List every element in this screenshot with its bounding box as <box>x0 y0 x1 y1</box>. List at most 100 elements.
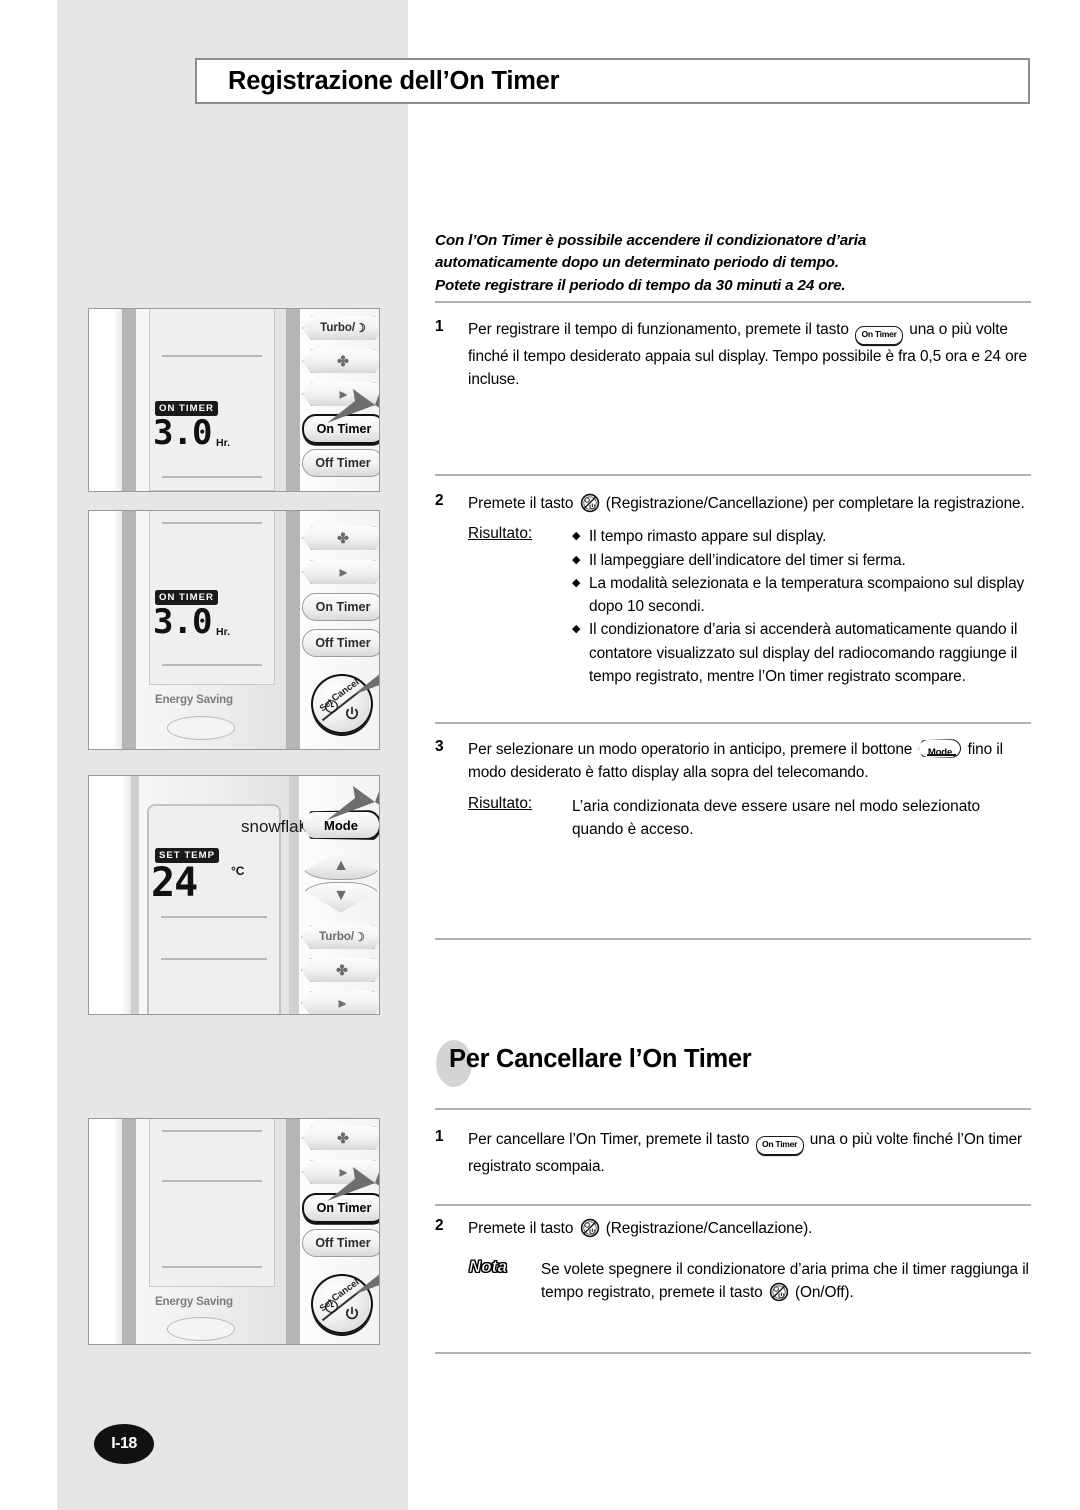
divider <box>435 1108 1031 1110</box>
energy-saving-label: Energy Saving <box>155 1295 233 1308</box>
step-text: Per registrare il tempo di funzionamento… <box>468 318 1035 392</box>
result-bullets: ◆ Il tempo rimasto appare sul display. ◆ I… <box>572 525 1035 688</box>
diamond-bullet-icon: ◆ <box>572 623 581 636</box>
swing-icon: ⫸ <box>338 995 346 1010</box>
lcd-display <box>149 1119 275 1287</box>
remote-control-illustration: ON TIMER 3.0 Hr. Turbo/☽ ✤ ⫸ On Timer Of… <box>89 309 379 491</box>
step-1-section2: 1 Per cancellare l’On Timer, premete il … <box>435 1128 1035 1178</box>
step-text: Per selezionare un modo operatorio in an… <box>468 738 1035 785</box>
step-2-section2: 2 Premete il tasto (Registrazione/Cancel… <box>435 1217 1035 1240</box>
pointer-arrow <box>351 659 379 711</box>
diamond-bullet-icon: ◆ <box>572 530 581 543</box>
bullet-item: ◆ Il lampeggiare dell’indicatore del time… <box>572 549 1035 572</box>
remote-oval-slot <box>167 716 235 740</box>
fan-speed-button[interactable]: ✤ <box>302 349 379 373</box>
fan-icon: ✤ <box>337 529 349 546</box>
bullet-item: ◆ La modalità selezionata e la temperatur… <box>572 572 1035 619</box>
divider <box>435 1352 1031 1354</box>
step-text-b: (Registrazione/Cancellazione). <box>605 1220 813 1237</box>
result-label: Risultato: <box>468 794 533 812</box>
result-row: Risultato: ◆ Il tempo rimasto appare sul … <box>468 525 1035 688</box>
step-text: Premete il tasto (Registrazione/Cancella… <box>468 492 1035 515</box>
step-number: 1 <box>435 1128 444 1145</box>
chevron-down-icon: ▼ <box>333 887 349 904</box>
chevron-up-icon: ▲ <box>333 857 349 874</box>
turbo-button[interactable]: Turbo/☽ <box>301 925 379 949</box>
step-text-a: Per registrare il tempo di funzionamento… <box>468 321 849 338</box>
step-text-a: Premete il tasto <box>468 1220 574 1237</box>
clock-icon <box>325 1300 338 1313</box>
step-number: 1 <box>435 318 444 335</box>
diamond-bullet-icon: ◆ <box>572 553 581 566</box>
fan-speed-button[interactable]: ✤ <box>302 526 379 550</box>
manual-page: Registrazione dell’On Timer Con l’On Tim… <box>0 0 1080 1510</box>
section-2-heading: Per Cancellare l’On Timer <box>436 1038 1036 1090</box>
illustration-panel-3: snowflake-icon SET TEMP 24 °C Mode ▲ ▼ T… <box>88 775 380 1015</box>
lcd-timer-value: 3.0 <box>153 602 212 642</box>
fan-icon: ✤ <box>337 352 349 369</box>
off-timer-button[interactable]: Off Timer <box>302 449 379 477</box>
intro-line-2: automaticamente dopo un determinato peri… <box>435 254 839 272</box>
result-row: Risultato: L’aria condizionata deve esse… <box>468 795 1035 842</box>
step-3-section1: 3 Per selezionare un modo operatorio in … <box>435 738 1035 841</box>
lcd-timer-unit: Hr. <box>216 626 231 638</box>
step-1-section1: 1 Per registrare il tempo di funzionamen… <box>435 318 1035 392</box>
page-number: I-18 <box>94 1424 154 1464</box>
note-text: Se volete spegnere il condizionatore d’a… <box>541 1258 1035 1305</box>
illustration-panel-1: ON TIMER 3.0 Hr. Turbo/☽ ✤ ⫸ On Timer Of… <box>88 308 380 492</box>
diamond-bullet-icon: ◆ <box>572 576 581 589</box>
fan-icon: ✤ <box>337 1129 349 1146</box>
set-cancel-button-icon[interactable] <box>580 493 600 513</box>
pointer-arrow <box>325 387 379 439</box>
pointer-arrow <box>325 784 379 836</box>
result-text: L’aria condizionata deve essere usare ne… <box>572 797 981 838</box>
bullet-item: ◆ Il condizionatore d’aria si accenderà a… <box>572 618 1035 688</box>
set-cancel-button-icon[interactable] <box>580 1218 600 1238</box>
note-text-b: (On/Off). <box>794 1284 854 1302</box>
mode-button-shadow <box>927 754 957 756</box>
page-title: Registrazione dell’On Timer <box>228 66 560 95</box>
remote-control-illustration: Energy Saving ✤ ⫸ On Timer Off Timer Set <box>89 1119 379 1344</box>
mode-button-icon[interactable]: Mode <box>918 739 962 758</box>
divider <box>435 1204 1031 1206</box>
fan-speed-button[interactable]: ✤ <box>302 1126 379 1150</box>
turbo-button[interactable]: Turbo/☽ <box>302 316 379 340</box>
set-cancel-button-icon[interactable] <box>769 1282 789 1302</box>
pointer-arrow <box>351 1259 379 1311</box>
remote-control-illustration: snowflake-icon SET TEMP 24 °C Mode ▲ ▼ T… <box>89 776 379 1014</box>
step-text: Per cancellare l’On Timer, premete il ta… <box>468 1128 1035 1178</box>
divider <box>435 722 1031 724</box>
bullet-item: ◆ Il tempo rimasto appare sul display. <box>572 525 1035 548</box>
clock-icon <box>325 700 338 713</box>
step-text: Premete il tasto (Registrazione/Cancella… <box>468 1217 1035 1240</box>
lcd-timer-unit: Hr. <box>216 437 231 449</box>
intro-line-3: Potete registrare il periodo di tempo da… <box>435 276 846 294</box>
intro-text: Con l’On Timer è possibile accendere il … <box>435 230 1035 297</box>
lcd-temp-value: 24 <box>151 860 198 906</box>
divider <box>435 474 1031 476</box>
remote-control-illustration: ON TIMER 3.0 Hr. Energy Saving ✤ ⫸ On Ti… <box>89 511 379 749</box>
swing-button[interactable]: ⫸ <box>302 560 379 584</box>
step-text-b: (Registrazione/Cancellazione) per comple… <box>605 495 1025 512</box>
remote-oval-slot <box>167 1317 235 1341</box>
moon-icon: ☽ <box>354 930 365 944</box>
note-label: Nota <box>469 1258 508 1276</box>
fan-speed-button[interactable]: ✤ <box>301 958 379 982</box>
step-text-a: Per selezionare un modo operatorio in an… <box>468 741 913 758</box>
on-timer-button-icon[interactable]: On Timer <box>855 326 904 345</box>
fan-icon: ✤ <box>336 961 348 978</box>
illustration-panel-4: Energy Saving ✤ ⫸ On Timer Off Timer Set <box>88 1118 380 1345</box>
step-2-section1: 2 Premete il tasto (Registrazione/Cancel… <box>435 492 1035 688</box>
page-title-bar: Registrazione dell’On Timer <box>195 58 1030 104</box>
off-timer-button[interactable]: Off Timer <box>302 1229 379 1257</box>
on-timer-button[interactable]: On Timer <box>302 593 379 621</box>
swing-icon: ⫸ <box>339 564 347 579</box>
moon-icon: ☽ <box>355 321 366 335</box>
lcd-temp-unit: °C <box>231 864 245 878</box>
divider <box>435 301 1031 303</box>
on-timer-button-icon[interactable]: On Timer <box>755 1136 804 1155</box>
swing-button[interactable]: ⫸ <box>301 991 379 1014</box>
step-number: 2 <box>435 492 444 509</box>
step-text-a: Premete il tasto <box>468 495 574 512</box>
off-timer-button[interactable]: Off Timer <box>302 629 379 657</box>
